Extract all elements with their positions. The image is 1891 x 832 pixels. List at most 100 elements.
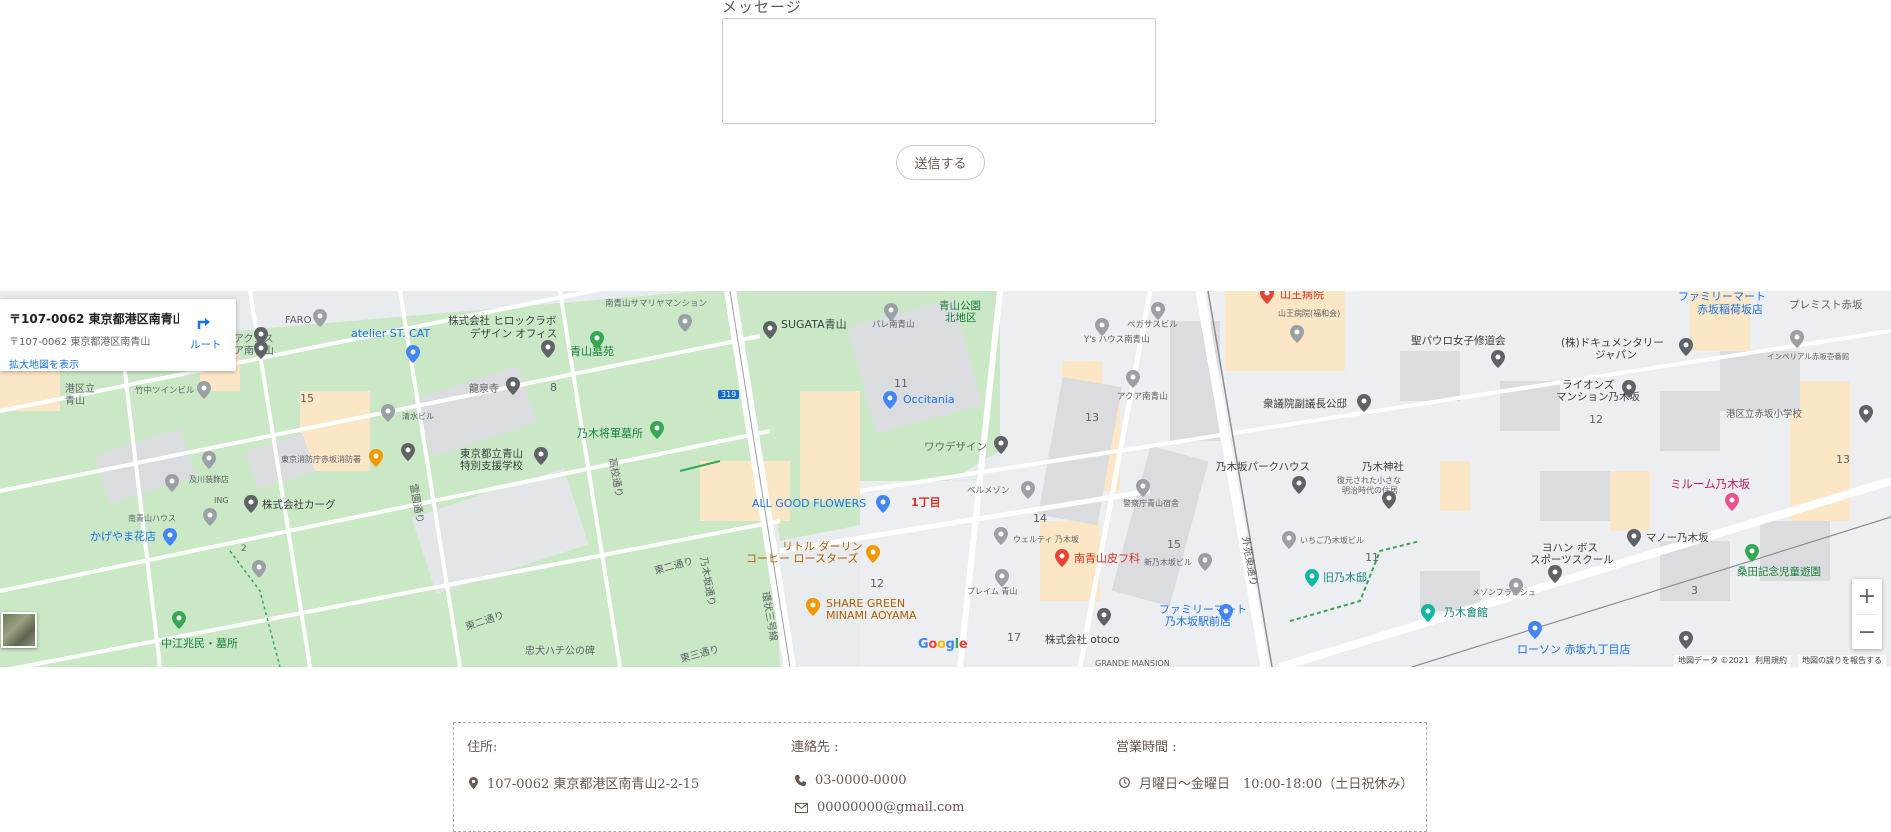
shop-pin-icon[interactable] bbox=[876, 495, 890, 513]
map-label: (株)ドキュメンタリー bbox=[1561, 337, 1664, 349]
place-pin-icon[interactable] bbox=[252, 560, 266, 578]
phone-item[interactable]: 03-0000-0000 bbox=[795, 773, 907, 788]
report-error-link[interactable]: 地図の誤りを報告する bbox=[1798, 655, 1886, 667]
place-pin-icon[interactable] bbox=[994, 436, 1008, 454]
email-item[interactable]: 00000000@gmail.com bbox=[795, 800, 964, 815]
place-pin-icon[interactable] bbox=[1282, 531, 1296, 549]
terms-link[interactable]: 利用規約 bbox=[1751, 655, 1791, 667]
place-pin-icon[interactable] bbox=[994, 527, 1008, 545]
map-data-attribution: 地図データ ©2021 bbox=[1674, 655, 1753, 667]
map-label: 赤坂稲荷坂店 bbox=[1697, 303, 1763, 316]
church-pin-icon[interactable] bbox=[1491, 350, 1505, 368]
map-label: 東京都立青山 bbox=[460, 448, 523, 460]
place-pin-icon[interactable] bbox=[1126, 370, 1140, 388]
directions-label[interactable]: ルート bbox=[190, 337, 222, 352]
place-pin-icon[interactable] bbox=[1290, 325, 1304, 343]
cafe-pin-icon[interactable] bbox=[806, 598, 820, 616]
address-text: 107-0062 東京都港区南青山2-2-15 bbox=[487, 777, 700, 792]
block-number: 12 bbox=[870, 577, 884, 590]
place-pin-icon[interactable] bbox=[1136, 479, 1150, 497]
place-pin-icon[interactable] bbox=[1357, 394, 1371, 412]
phone-text: 03-0000-0000 bbox=[815, 773, 907, 788]
map-label: 株式会社 otoco bbox=[1045, 634, 1120, 646]
place-pin-icon[interactable] bbox=[1790, 330, 1804, 348]
map-label: ミルーム乃木坂 bbox=[1670, 477, 1751, 491]
place-pin-icon[interactable] bbox=[1292, 476, 1306, 494]
map-label: ヨハン ボス bbox=[1542, 542, 1598, 554]
place-pin-icon[interactable] bbox=[1151, 302, 1165, 320]
map-info-card: 〒107-0062 東京都港区南青山... 〒107-0062 東京都港区南青山… bbox=[0, 299, 236, 371]
block-number: 17 bbox=[1007, 631, 1021, 644]
shop-pin-icon[interactable] bbox=[883, 391, 897, 409]
map-label: 及川装飾店 bbox=[189, 475, 229, 484]
map-label: プレミスト赤坂 bbox=[1789, 299, 1863, 311]
cafe-pin-icon[interactable] bbox=[866, 545, 880, 563]
place-pin-icon[interactable] bbox=[1198, 553, 1212, 571]
map-label: GRANDE MANSION bbox=[1095, 659, 1170, 667]
message-label: メッセージ bbox=[722, 0, 802, 16]
map-label: 港区立 bbox=[65, 384, 95, 395]
place-pin-icon[interactable] bbox=[541, 340, 555, 358]
submit-button[interactable]: 送信する bbox=[896, 145, 985, 180]
place-pin-icon[interactable] bbox=[995, 569, 1009, 587]
park-pin-icon[interactable] bbox=[650, 421, 664, 439]
place-pin-icon[interactable] bbox=[197, 381, 211, 399]
clock-icon bbox=[1119, 777, 1130, 788]
place-pin-icon[interactable] bbox=[313, 309, 327, 327]
hotel-pin-icon[interactable] bbox=[1725, 493, 1739, 511]
place-pin-icon[interactable] bbox=[763, 321, 777, 339]
satellite-toggle[interactable] bbox=[1, 612, 37, 648]
message-textarea[interactable] bbox=[722, 18, 1156, 124]
temple-pin-icon[interactable] bbox=[506, 377, 520, 395]
place-pin-icon[interactable] bbox=[244, 495, 258, 513]
place-pin-icon[interactable] bbox=[1548, 565, 1562, 583]
shrine-pin-icon[interactable] bbox=[1382, 491, 1396, 509]
hours-text: 月曜日〜金曜日 10:00-18:00（土日祝休み） bbox=[1139, 777, 1414, 792]
map-label: Y's ハウス南青山 bbox=[1084, 335, 1150, 345]
place-pin-icon[interactable] bbox=[1679, 631, 1693, 649]
hours-item: 月曜日〜金曜日 10:00-18:00（土日祝休み） bbox=[1119, 773, 1413, 792]
place-pin-icon[interactable] bbox=[165, 474, 179, 492]
embedded-map[interactable]: 〒107-0062 東京都港区南青山... 〒107-0062 東京都港区南青山… bbox=[0, 291, 1891, 667]
museum-pin-icon[interactable] bbox=[1421, 604, 1435, 622]
map-label: ベルメゾン bbox=[967, 486, 1010, 496]
map-label: 新乃木坂ビル bbox=[1144, 558, 1192, 567]
place-pin-icon[interactable] bbox=[202, 451, 216, 469]
shop-pin-icon[interactable] bbox=[163, 528, 177, 546]
park-pin-icon[interactable] bbox=[1745, 544, 1759, 562]
map-label: 青山公園 bbox=[939, 300, 981, 312]
contact-info-panel: 住所: 連絡先 : 営業時間 : 107-0062 東京都港区南青山2-2-15… bbox=[453, 722, 1427, 832]
place-pin-icon[interactable] bbox=[884, 303, 898, 321]
fire-station-pin-icon[interactable] bbox=[369, 449, 383, 467]
place-pin-icon[interactable] bbox=[381, 404, 395, 422]
place-pin-icon[interactable] bbox=[1021, 481, 1035, 499]
shop-pin-icon[interactable] bbox=[1219, 604, 1233, 622]
place-pin-icon[interactable] bbox=[1679, 338, 1693, 356]
directions-icon[interactable] bbox=[195, 313, 213, 331]
shop-pin-icon[interactable] bbox=[1528, 621, 1542, 639]
school-pin-icon[interactable] bbox=[401, 443, 415, 461]
school-pin-icon[interactable] bbox=[534, 447, 548, 465]
zoom-out-button[interactable]: − bbox=[1852, 615, 1882, 649]
address-heading: 住所: bbox=[467, 740, 498, 755]
zoom-in-button[interactable]: + bbox=[1852, 579, 1882, 613]
shop-pin-icon[interactable] bbox=[406, 345, 420, 363]
museum-pin-icon[interactable] bbox=[1305, 569, 1319, 587]
enlarge-map-link[interactable]: 拡大地図を表示 bbox=[9, 356, 79, 371]
place-pin-icon[interactable] bbox=[1622, 380, 1636, 398]
place-pin-icon[interactable] bbox=[203, 508, 217, 526]
clinic-pin-icon[interactable] bbox=[1055, 549, 1069, 567]
park-pin-icon[interactable] bbox=[590, 331, 604, 349]
place-pin-icon[interactable] bbox=[1097, 608, 1111, 626]
place-pin-icon[interactable] bbox=[1627, 529, 1641, 547]
place-pin-icon[interactable] bbox=[254, 327, 268, 345]
place-pin-icon[interactable] bbox=[678, 314, 692, 332]
map-label: かげやま花店 bbox=[90, 530, 156, 543]
map-label: 特別支援学校 bbox=[460, 460, 523, 472]
school-pin-icon[interactable] bbox=[1859, 405, 1873, 423]
hospital-pin-icon[interactable] bbox=[1260, 291, 1274, 304]
map-label: ファミリーマート bbox=[1678, 291, 1766, 303]
place-pin-icon[interactable] bbox=[1095, 318, 1109, 336]
park-pin-icon[interactable] bbox=[172, 611, 186, 629]
place-pin-icon[interactable] bbox=[1509, 578, 1523, 596]
